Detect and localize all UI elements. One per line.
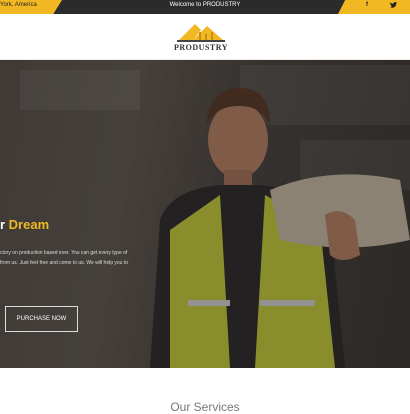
hero-title: r Dream — [0, 217, 50, 232]
hero-banner: r Dream ctory on production based ever. … — [0, 60, 410, 368]
site-header: PRODUSTRY — [0, 14, 410, 60]
site-logo[interactable]: PRODUSTRY — [171, 20, 231, 56]
hero-description: ctory on production based ever. You can … — [0, 250, 129, 266]
topbar-right-accent — [338, 0, 410, 14]
logo-text: PRODUSTRY — [174, 43, 228, 52]
logo-mark-icon — [177, 24, 225, 42]
section-title: Our Services — [170, 400, 240, 414]
top-bar: York, America Welcome to PRODUSTRY f — [0, 0, 410, 14]
facebook-icon[interactable]: f — [366, 2, 368, 8]
purchase-now-button[interactable]: PURCHASE NOW — [5, 306, 78, 332]
twitter-icon[interactable] — [390, 2, 397, 10]
